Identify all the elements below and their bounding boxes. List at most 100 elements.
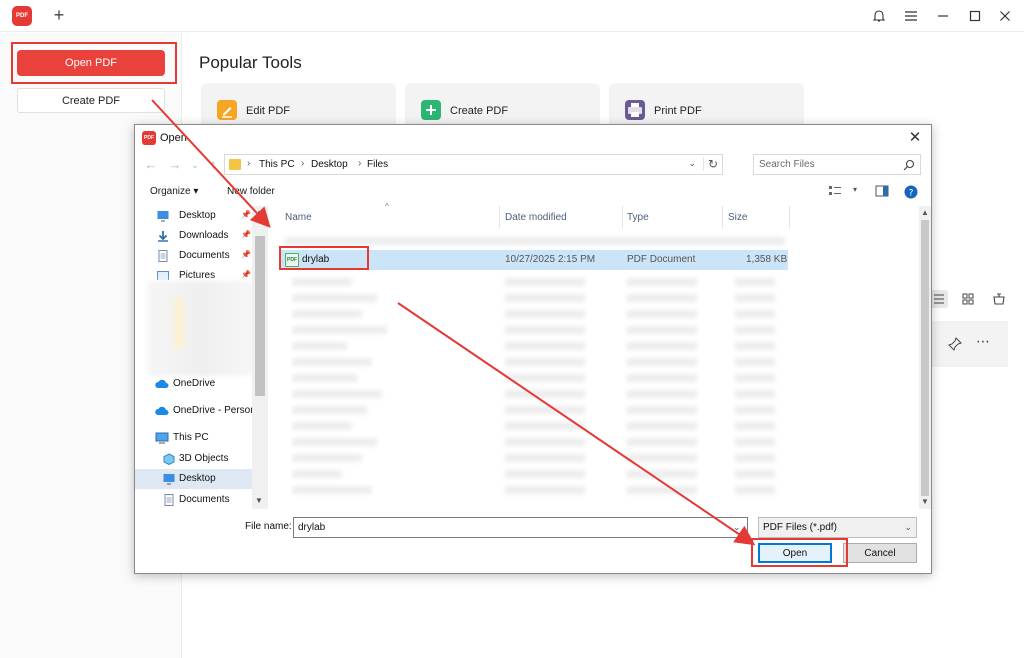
popular-tools-title: Popular Tools xyxy=(199,53,302,72)
column-header-date[interactable]: Date modified xyxy=(505,212,567,223)
add-tab-button[interactable]: + xyxy=(50,4,68,26)
pdf-file-icon-text: PDF xyxy=(287,257,297,263)
pin-icon: 📌 xyxy=(241,270,251,279)
file-type-filter[interactable]: PDF Files (*.pdf) ⌄ xyxy=(758,517,917,538)
open-pdf-button[interactable]: Open PDF xyxy=(17,50,165,76)
nav-label: OneDrive xyxy=(173,378,216,389)
file-name-cell: drylab xyxy=(302,254,330,265)
nav-item-3d-objects[interactable]: 3D Objects xyxy=(135,449,252,469)
nav-item-desktop-selected[interactable]: Desktop xyxy=(135,469,252,489)
blurred-row xyxy=(505,438,585,446)
blurred-row xyxy=(735,406,775,414)
file-name-dropdown-icon[interactable]: ⌄ xyxy=(733,522,741,533)
file-scroll-thumb[interactable] xyxy=(921,220,929,496)
scroll-down-icon[interactable]: ▼ xyxy=(255,496,263,505)
blurred-region xyxy=(175,298,183,348)
blurred-row xyxy=(505,470,585,478)
dialog-close-icon[interactable]: ✕ xyxy=(905,128,925,148)
column-header-size[interactable]: Size xyxy=(728,212,747,223)
close-icon[interactable] xyxy=(994,6,1016,26)
blurred-row xyxy=(627,294,697,302)
blurred-row xyxy=(627,390,697,398)
address-dropdown-icon[interactable]: ⌄ xyxy=(688,158,696,169)
breadcrumb-desktop[interactable]: Desktop xyxy=(311,159,348,170)
blurred-row xyxy=(505,390,585,398)
cloud-icon xyxy=(155,379,169,388)
address-bar[interactable]: › This PC › Desktop › Files ⌄ ↻ xyxy=(224,154,723,175)
scroll-down-icon[interactable]: ▼ xyxy=(921,497,929,506)
new-folder-button[interactable]: New folder xyxy=(227,186,275,197)
nav-label: Downloads xyxy=(179,230,229,241)
blurred-row xyxy=(627,278,697,286)
view-dropdown-icon[interactable]: ▾ xyxy=(847,185,863,199)
open-button[interactable]: Open xyxy=(758,543,832,563)
file-name-input[interactable] xyxy=(293,517,748,538)
grid-view-icon[interactable] xyxy=(959,290,977,308)
blurred-row xyxy=(735,294,775,302)
blurred-row xyxy=(627,358,697,366)
scroll-up-icon[interactable]: ▲ xyxy=(255,208,263,217)
column-header-type[interactable]: Type xyxy=(627,212,649,223)
organize-button[interactable]: Organize ▾ xyxy=(150,186,198,197)
recent-locations-icon[interactable]: ⌄ xyxy=(187,156,203,174)
minimize-icon[interactable] xyxy=(932,6,954,26)
recent-file-card[interactable]: ⋯ xyxy=(928,321,1008,367)
breadcrumb-separator: › xyxy=(301,158,305,169)
cancel-button[interactable]: Cancel xyxy=(843,543,917,563)
list-view-icon[interactable] xyxy=(930,290,948,308)
preview-pane-icon[interactable] xyxy=(874,185,890,199)
desktop-icon xyxy=(163,474,175,485)
bell-icon[interactable] xyxy=(868,6,890,26)
refresh-icon[interactable]: ↻ xyxy=(702,157,718,171)
nav-label: This PC xyxy=(173,432,209,443)
blurred-row xyxy=(505,374,585,382)
folder-icon xyxy=(229,159,241,170)
app-logo-text: PDF xyxy=(16,13,28,19)
dialog-command-bar: Organize ▾ New folder ▾ ? xyxy=(135,180,931,204)
back-arrow-icon[interactable]: ← xyxy=(143,156,159,174)
nav-scroll-thumb[interactable] xyxy=(255,236,265,396)
column-header-name[interactable]: Name xyxy=(285,212,312,223)
breadcrumb-files[interactable]: Files xyxy=(367,159,388,170)
menu-icon[interactable] xyxy=(900,6,922,26)
nav-item-documents-pc[interactable]: Documents xyxy=(135,490,252,510)
file-list-scrollbar[interactable]: ▲ ▼ xyxy=(919,206,931,509)
column-divider xyxy=(622,206,623,228)
more-options-icon[interactable]: ⋯ xyxy=(976,333,990,350)
nav-item-onedrive-personal[interactable]: OneDrive - Person xyxy=(135,401,256,421)
blurred-row xyxy=(735,454,775,462)
open-file-dialog: PDF Open ✕ ← → ⌄ ↑ › This PC › Desktop ›… xyxy=(134,124,932,574)
nav-item-pictures[interactable]: Pictures 📌 xyxy=(135,266,252,280)
blurred-row xyxy=(735,310,775,318)
blurred-row xyxy=(735,438,775,446)
search-input[interactable]: Search Files xyxy=(759,159,815,170)
breadcrumb-separator: › xyxy=(247,158,251,169)
breadcrumb-this-pc[interactable]: This PC xyxy=(259,159,295,170)
pin-icon: 📌 xyxy=(241,250,251,259)
blurred-row xyxy=(627,406,697,414)
app-logo: PDF xyxy=(12,6,32,26)
pin-icon[interactable] xyxy=(948,337,962,351)
clear-history-icon[interactable] xyxy=(990,290,1008,308)
forward-arrow-icon[interactable]: → xyxy=(167,156,183,174)
nav-item-downloads[interactable]: Downloads 📌 xyxy=(135,226,252,246)
table-row-selected[interactable]: PDF drylab 10/27/2025 2:15 PM PDF Docume… xyxy=(280,250,788,270)
blurred-region xyxy=(147,281,257,376)
nav-item-documents[interactable]: Documents 📌 xyxy=(135,246,252,266)
document-icon xyxy=(158,250,168,262)
nav-item-this-pc[interactable]: This PC xyxy=(135,428,252,448)
cloud-icon xyxy=(155,406,169,415)
maximize-icon[interactable] xyxy=(964,6,986,26)
create-pdf-button[interactable]: Create PDF xyxy=(17,88,165,113)
scroll-up-icon[interactable]: ▲ xyxy=(921,208,929,217)
help-icon[interactable]: ? xyxy=(903,185,919,199)
up-arrow-icon[interactable]: ↑ xyxy=(205,156,221,174)
breadcrumb-separator: › xyxy=(358,158,362,169)
search-files-box[interactable]: Search Files xyxy=(753,154,921,175)
nav-item-desktop[interactable]: Desktop 📌 xyxy=(135,206,252,226)
change-view-icon[interactable] xyxy=(827,185,843,199)
blurred-row xyxy=(735,326,775,334)
blurred-row xyxy=(735,390,775,398)
nav-scrollbar[interactable]: ▲ ▼ xyxy=(252,206,268,509)
nav-item-onedrive[interactable]: OneDrive xyxy=(135,374,252,394)
